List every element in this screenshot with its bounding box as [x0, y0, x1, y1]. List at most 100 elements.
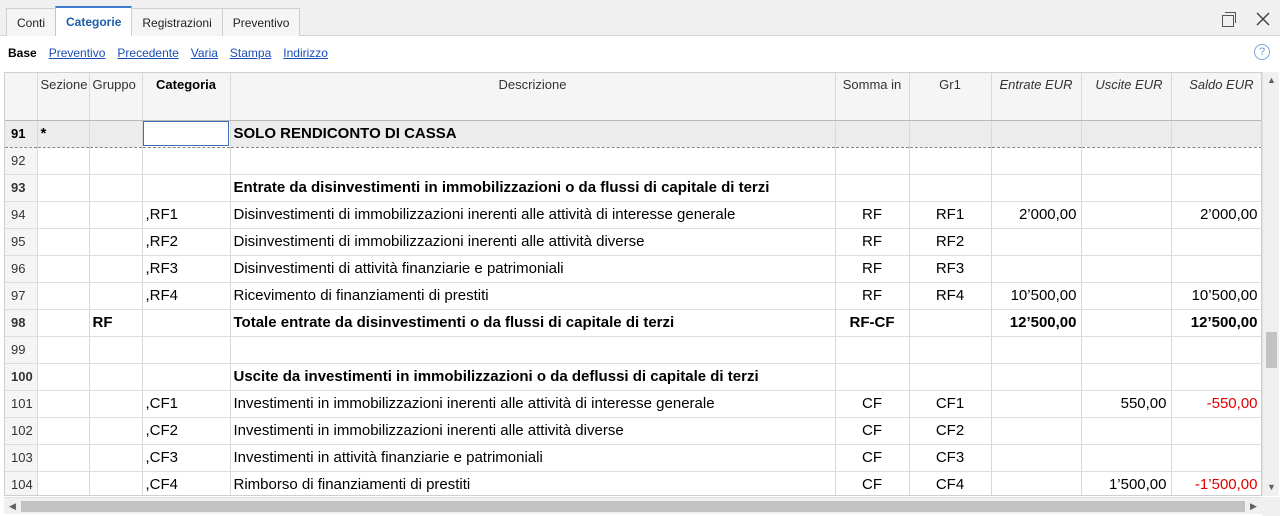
cell-saldo[interactable] — [1171, 147, 1261, 175]
cell-uscite[interactable] — [1081, 255, 1172, 283]
cell-saldo[interactable] — [1171, 444, 1261, 472]
horizontal-scrollbar[interactable]: ◀ ▶ — [4, 497, 1262, 514]
cell-somma-in[interactable] — [835, 336, 910, 364]
cell-somma-in[interactable]: RF — [835, 282, 910, 310]
cell-somma-in[interactable]: RF — [835, 201, 910, 229]
table-row[interactable]: 101 ,CF1 Investimenti in immobilizzazioni … — [5, 390, 1261, 418]
header-somma-in[interactable]: Somma in — [835, 73, 910, 121]
cell-categoria[interactable] — [142, 309, 231, 337]
close-icon[interactable] — [1254, 10, 1272, 28]
table-row[interactable]: 92 — [5, 147, 1261, 175]
cell-categoria[interactable] — [142, 336, 231, 364]
view-preventivo[interactable]: Preventivo — [49, 46, 106, 60]
cell-somma-in[interactable] — [835, 174, 910, 202]
cell-gr1[interactable]: CF4 — [909, 471, 992, 495]
cell-uscite[interactable] — [1081, 119, 1172, 148]
vertical-scrollbar[interactable]: ▲ ▼ — [1262, 72, 1279, 496]
tab-categorie[interactable]: Categorie — [55, 6, 133, 37]
cell-somma-in[interactable] — [835, 363, 910, 391]
cell-descrizione[interactable]: Totale entrate da disinvestimenti o da f… — [230, 309, 836, 337]
table-row[interactable]: 96 ,RF3 Disinvestimenti di attività finanz… — [5, 255, 1261, 283]
table-row[interactable]: 97 ,RF4 Ricevimento di finanziamenti di pr… — [5, 282, 1261, 310]
cell-categoria[interactable] — [142, 174, 231, 202]
tab-registrazioni[interactable]: Registrazioni — [131, 8, 223, 36]
cell-sezione[interactable] — [37, 417, 90, 445]
cell-sezione[interactable] — [37, 228, 90, 256]
cell-gruppo[interactable] — [89, 147, 143, 175]
cell-gruppo[interactable] — [89, 228, 143, 256]
view-indirizzo[interactable]: Indirizzo — [283, 46, 328, 60]
cell-descrizione[interactable]: Entrate da disinvestimenti in immobilizz… — [230, 174, 836, 202]
cell-gr1[interactable] — [909, 119, 992, 148]
cell-gr1[interactable]: RF1 — [909, 201, 992, 229]
cell-sezione[interactable] — [37, 363, 90, 391]
cell-descrizione[interactable]: SOLO RENDICONTO DI CASSA — [230, 119, 836, 148]
cell-categoria[interactable] — [142, 119, 231, 148]
cell-gr1[interactable]: RF2 — [909, 228, 992, 256]
cell-descrizione[interactable]: Disinvestimenti di attività finanziarie … — [230, 255, 836, 283]
cell-saldo[interactable] — [1171, 228, 1261, 256]
cell-gruppo[interactable] — [89, 444, 143, 472]
scroll-up-icon[interactable]: ▲ — [1263, 72, 1280, 89]
cell-saldo[interactable]: 2’000,00 — [1171, 201, 1261, 229]
header-gr1[interactable]: Gr1 — [909, 73, 992, 121]
cell-sezione[interactable]: * — [37, 119, 90, 148]
cell-gruppo[interactable] — [89, 417, 143, 445]
cell-gr1[interactable]: CF1 — [909, 390, 992, 418]
header-uscite[interactable]: Uscite EUR — [1081, 73, 1172, 121]
cell-saldo[interactable]: -1’500,00 — [1171, 471, 1261, 495]
scroll-right-icon[interactable]: ▶ — [1245, 498, 1262, 515]
table-row[interactable]: 100 Uscite da investimenti in immobilizza… — [5, 363, 1261, 391]
header-saldo[interactable]: Saldo EUR — [1171, 73, 1261, 121]
cell-gr1[interactable] — [909, 309, 992, 337]
cell-descrizione[interactable]: Investimenti in immobilizzazioni inerent… — [230, 390, 836, 418]
table-row[interactable]: 102 ,CF2 Investimenti in immobilizzazioni … — [5, 417, 1261, 445]
cell-entrate[interactable] — [991, 336, 1082, 364]
cell-somma-in[interactable]: CF — [835, 471, 910, 495]
cell-categoria[interactable]: ,RF1 — [142, 201, 231, 229]
cell-gr1[interactable] — [909, 174, 992, 202]
cell-entrate[interactable] — [991, 174, 1082, 202]
cell-categoria[interactable]: ,CF4 — [142, 471, 231, 495]
cell-gr1[interactable]: CF3 — [909, 444, 992, 472]
cell-somma-in[interactable]: CF — [835, 417, 910, 445]
cell-saldo[interactable] — [1171, 417, 1261, 445]
cell-gruppo[interactable] — [89, 363, 143, 391]
cell-somma-in[interactable] — [835, 119, 910, 148]
help-icon[interactable]: ? — [1254, 44, 1270, 60]
cell-categoria[interactable] — [142, 363, 231, 391]
cell-saldo[interactable]: 10’500,00 — [1171, 282, 1261, 310]
cell-descrizione[interactable]: Investimenti in attività finanziarie e p… — [230, 444, 836, 472]
cell-entrate[interactable]: 10’500,00 — [991, 282, 1082, 310]
cell-somma-in[interactable]: RF — [835, 228, 910, 256]
header-descrizione[interactable]: Descrizione — [230, 73, 836, 121]
cell-gruppo[interactable] — [89, 282, 143, 310]
cell-saldo[interactable] — [1171, 363, 1261, 391]
view-precedente[interactable]: Precedente — [117, 46, 178, 60]
cell-uscite[interactable] — [1081, 282, 1172, 310]
cell-uscite[interactable] — [1081, 336, 1172, 364]
cell-entrate[interactable] — [991, 390, 1082, 418]
view-varia[interactable]: Varia — [191, 46, 218, 60]
cell-categoria[interactable]: ,CF1 — [142, 390, 231, 418]
cell-entrate[interactable] — [991, 255, 1082, 283]
cell-entrate[interactable] — [991, 363, 1082, 391]
cell-sezione[interactable] — [37, 282, 90, 310]
cell-gr1[interactable]: CF2 — [909, 417, 992, 445]
table-row[interactable]: 98 RF Totale entrate da disinvestimenti o … — [5, 309, 1261, 337]
cell-somma-in[interactable]: CF — [835, 390, 910, 418]
cell-gr1[interactable]: RF4 — [909, 282, 992, 310]
cell-somma-in[interactable]: CF — [835, 444, 910, 472]
vertical-scroll-thumb[interactable] — [1266, 332, 1277, 368]
tab-preventivo[interactable]: Preventivo — [221, 8, 301, 36]
cell-entrate[interactable] — [991, 119, 1082, 148]
cell-saldo[interactable]: -550,00 — [1171, 390, 1261, 418]
cell-categoria[interactable]: ,RF2 — [142, 228, 231, 256]
cell-descrizione[interactable]: Disinvestimenti di immobilizzazioni iner… — [230, 201, 836, 229]
header-gruppo[interactable]: Gruppo — [89, 73, 143, 121]
cell-gruppo[interactable]: RF — [89, 309, 143, 337]
cell-categoria[interactable]: ,RF3 — [142, 255, 231, 283]
cell-descrizione[interactable]: Rimborso di finanziamenti di prestiti — [230, 471, 836, 495]
cell-somma-in[interactable]: RF — [835, 255, 910, 283]
cell-sezione[interactable] — [37, 309, 90, 337]
